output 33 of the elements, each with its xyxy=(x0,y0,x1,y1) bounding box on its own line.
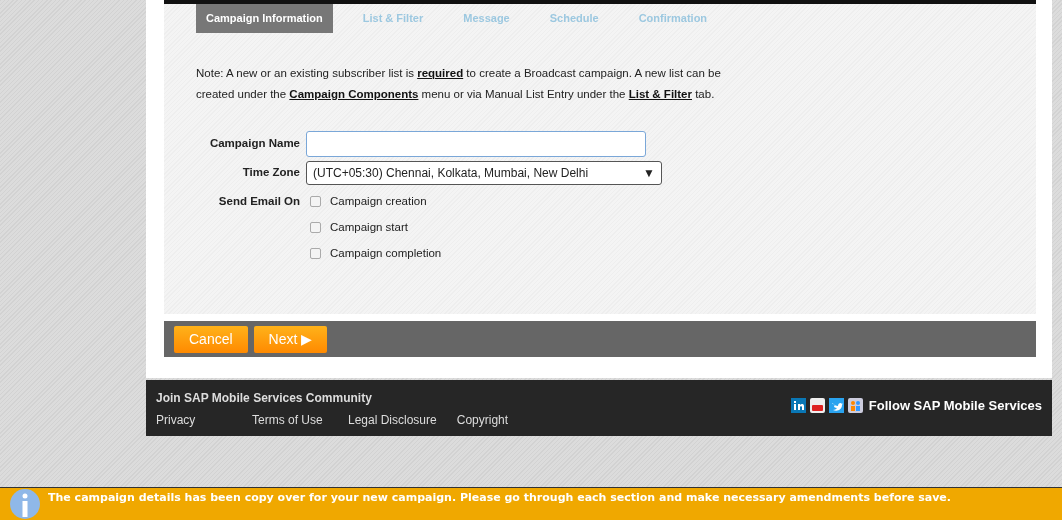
checkbox-label: Campaign completion xyxy=(330,245,442,261)
follow-text: Follow SAP Mobile Services xyxy=(868,397,1042,415)
checkbox[interactable] xyxy=(310,196,321,207)
link[interactable]: required xyxy=(417,66,464,79)
checkbox-label: Campaign creation xyxy=(330,193,427,209)
footer-heading: Join SAP Mobile Services Community xyxy=(156,390,373,407)
field-label: Send Email On xyxy=(217,193,300,209)
tab[interactable]: Campaign Information xyxy=(196,4,333,33)
link[interactable]: List & Filter xyxy=(628,87,692,100)
link[interactable]: Campaign Components xyxy=(289,87,419,100)
note-text: Note: A new or an existing subscriber list is xyxy=(196,66,415,79)
field-label: Time Zone xyxy=(241,164,300,180)
footer-link[interactable]: Copyright xyxy=(456,411,533,429)
input-field[interactable] xyxy=(306,130,646,157)
footer-link[interactable]: Privacy xyxy=(156,411,232,429)
checkbox[interactable] xyxy=(310,248,321,259)
dropdown[interactable]: (UTC+05:30) Chennai, Kolkata, Mumbai, New Delhi ▼ xyxy=(306,160,662,185)
note-text: tab. xyxy=(694,87,715,100)
caret-icon: ▼ xyxy=(643,163,655,182)
field-label: Campaign Name xyxy=(208,135,300,151)
video-icon[interactable] xyxy=(809,398,825,414)
footer-link[interactable]: Terms of Use xyxy=(252,411,328,429)
notification-text: The campaign details has been copy over for your new campaign. Please go through each section and make necessary amendments before save. xyxy=(48,491,951,504)
checkbox-label: Campaign start xyxy=(330,219,408,235)
people-icon[interactable] xyxy=(847,398,863,414)
bird-icon[interactable] xyxy=(828,398,844,414)
note-text: to create a Broadcast campaign. A new list can be xyxy=(465,66,721,79)
footer-link[interactable]: Legal Disclosure xyxy=(348,411,437,429)
linkedin-icon[interactable] xyxy=(790,398,806,414)
note-text: created under the xyxy=(196,87,288,100)
info-icon xyxy=(10,487,40,520)
checkbox[interactable] xyxy=(310,222,321,233)
note-text: menu or via Manual List Entry under the xyxy=(420,87,627,100)
